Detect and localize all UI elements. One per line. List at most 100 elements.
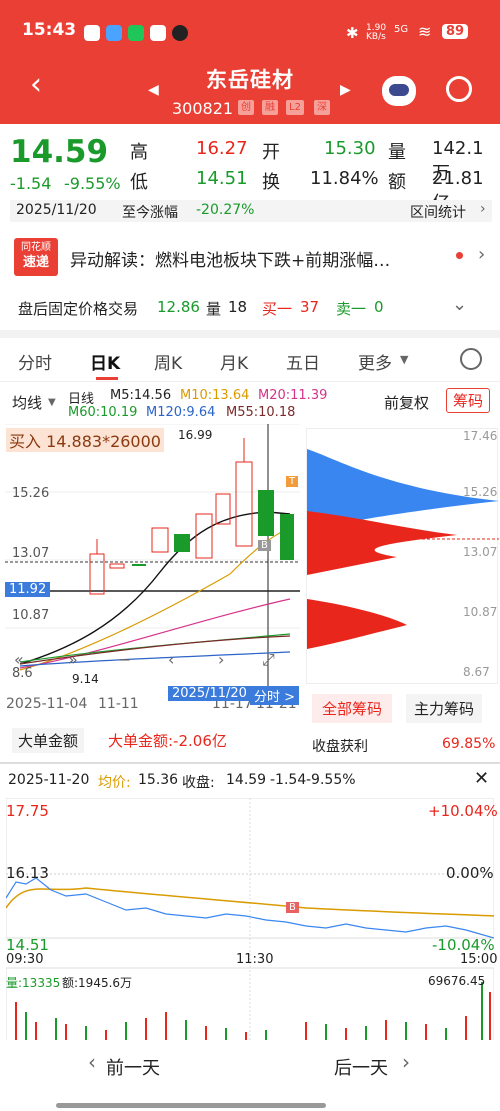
- unread-dot: [456, 252, 463, 259]
- high-value: 16.27: [196, 138, 248, 159]
- chip-distribution: 17.46 15.26 13.07 10.87 8.67: [306, 428, 499, 684]
- tab-main-chips[interactable]: 主力筹码: [406, 694, 483, 723]
- kline-chart[interactable]: 买入 14.883*26000 16.99 15.26 13.07 11.92 …: [0, 424, 302, 692]
- ma-selector[interactable]: 均线: [12, 392, 42, 413]
- low-label: 低: [130, 172, 148, 193]
- tag-rong: 融: [262, 100, 278, 115]
- net-speed: 1.90 KB/s: [366, 23, 387, 42]
- zoom-in-icon[interactable]: »: [68, 650, 78, 669]
- vol-text: 量:13335: [6, 976, 61, 990]
- intraday-popup: 2025-11-20 均价: 15.36 收盘: 14.59 -1.54 -9.…: [0, 762, 500, 1042]
- volume-label: 量: [388, 142, 406, 163]
- day-nav: ‹ 前一天 后一天 ›: [0, 1040, 500, 1111]
- y-label: 10.87: [12, 608, 50, 623]
- range-stats-button[interactable]: 区间统计: [410, 202, 466, 222]
- high-note: 16.99: [178, 428, 213, 442]
- ma60: M60:10.19: [68, 405, 138, 420]
- ma120: M120:9.64: [146, 405, 216, 420]
- pan-left-icon[interactable]: ‹: [168, 650, 174, 669]
- close-icon[interactable]: ✕: [474, 768, 489, 789]
- stock-code: 300821: [172, 99, 234, 118]
- turnover-label: 换: [262, 172, 280, 193]
- app-icon: [106, 25, 122, 41]
- ma55: M55:10.18: [226, 405, 296, 420]
- prev-day-button[interactable]: 前一天: [106, 1054, 160, 1080]
- chevron-right-icon: ›: [480, 201, 486, 217]
- chip-y-label: 17.46: [463, 429, 498, 443]
- bluetooth-icon: ✱: [346, 24, 359, 42]
- adjust-price-button[interactable]: 前复权: [384, 392, 429, 413]
- avg-label: 均价:: [98, 775, 131, 791]
- search-icon[interactable]: [446, 76, 472, 102]
- chip-y-label: 10.87: [463, 605, 498, 619]
- tab-intraday[interactable]: 分时: [18, 349, 52, 374]
- buy-note: 买入 14.883*26000: [6, 428, 164, 452]
- tab-daily-k[interactable]: 日K: [90, 349, 120, 374]
- home-indicator: [56, 1103, 326, 1108]
- period-tabs: 分时 日K 周K 月K 五日 更多 ▼: [0, 340, 500, 382]
- turnover-value: 11.84%: [310, 168, 379, 189]
- after-hours-vol-label: 量: [206, 300, 222, 318]
- app-icon: [172, 25, 188, 41]
- tab-more[interactable]: 更多: [358, 349, 392, 374]
- divider: [0, 330, 500, 338]
- status-time: 15:43: [22, 20, 77, 40]
- ma5: M5:14.56: [110, 388, 172, 403]
- y-label: 15.26: [12, 486, 50, 501]
- intraday-link-button[interactable]: 分时 >: [250, 686, 300, 705]
- fullscreen-icon[interactable]: ⤢: [262, 650, 275, 670]
- date-label: 11-11: [98, 696, 139, 712]
- caret-down-icon: ▼: [48, 397, 56, 408]
- after-hours-row[interactable]: 盘后固定价格交易 12.86 量 18 买一 37 卖一 0 ⌄: [0, 290, 500, 326]
- close-value: 14.59: [226, 772, 267, 788]
- range-stats-row[interactable]: 2025/11/20 至今涨幅 -20.27% 区间统计 ›: [10, 200, 492, 222]
- news-banner[interactable]: 同花顺 速递 异动解读：燃料电池板块下跌+前期涨幅… ›: [10, 236, 492, 278]
- minus-icon[interactable]: −: [118, 650, 131, 669]
- range-label: 至今涨幅: [122, 205, 178, 221]
- open-label: 开: [262, 142, 280, 163]
- chevron-down-icon[interactable]: ⌄: [452, 294, 467, 315]
- tag-l2: L2: [286, 100, 304, 115]
- close-label: 收盘:: [182, 775, 215, 791]
- chip-y-label: 8.67: [463, 665, 490, 679]
- low-value: 14.51: [196, 168, 248, 189]
- app-icon: [128, 25, 144, 41]
- profit-label: 收盘获利: [312, 739, 368, 755]
- tab-weekly-k[interactable]: 周K: [154, 349, 182, 374]
- after-hours-price: 12.86: [157, 298, 200, 316]
- after-hours-label: 盘后固定价格交易: [18, 300, 139, 318]
- sell1-value: 0: [374, 298, 384, 316]
- chip-y-label: 15.26: [463, 485, 498, 499]
- chg-pct-value: -9.55%: [306, 772, 356, 788]
- tab-monthly-k[interactable]: 月K: [220, 349, 248, 374]
- range-value: -20.27%: [196, 202, 255, 218]
- tab-all-chips[interactable]: 全部筹码: [312, 694, 393, 723]
- marker-b: B: [286, 902, 299, 913]
- marker-b: B: [258, 540, 271, 551]
- chevron-right-icon: ›: [478, 244, 486, 265]
- chg-value: -1.54: [270, 772, 307, 788]
- y-mid: 16.13: [6, 864, 49, 882]
- wifi-icon: ≋: [418, 22, 432, 41]
- tab-five-day[interactable]: 五日: [286, 349, 320, 374]
- after-hours-vol: 18: [228, 298, 248, 316]
- stock-name: 东岳硅材: [206, 68, 294, 92]
- zoom-out-icon[interactable]: «: [14, 650, 24, 669]
- range-date: 2025/11/20: [16, 202, 97, 218]
- app-icon: [150, 25, 166, 41]
- next-day-button[interactable]: 后一天: [334, 1054, 388, 1080]
- pan-right-icon[interactable]: ›: [218, 650, 224, 669]
- avg-value: 15.36: [138, 772, 179, 788]
- tag-chuang: 创: [238, 100, 254, 115]
- sell1-label: 卖一: [336, 300, 367, 318]
- chips-button[interactable]: 筹码: [446, 388, 491, 413]
- price-change-pct: -9.55%: [64, 174, 121, 193]
- bigorder-selector[interactable]: 大单金额: [12, 728, 85, 753]
- vol-max: 69676.45: [428, 974, 486, 988]
- y-label: 13.07: [12, 546, 50, 561]
- next-stock-icon[interactable]: ▶: [340, 82, 351, 98]
- last-price: 14.59: [10, 134, 109, 170]
- robot-assistant-icon[interactable]: [382, 76, 416, 106]
- settings-hex-icon[interactable]: [460, 348, 482, 370]
- popup-date: 2025-11-20: [8, 772, 90, 788]
